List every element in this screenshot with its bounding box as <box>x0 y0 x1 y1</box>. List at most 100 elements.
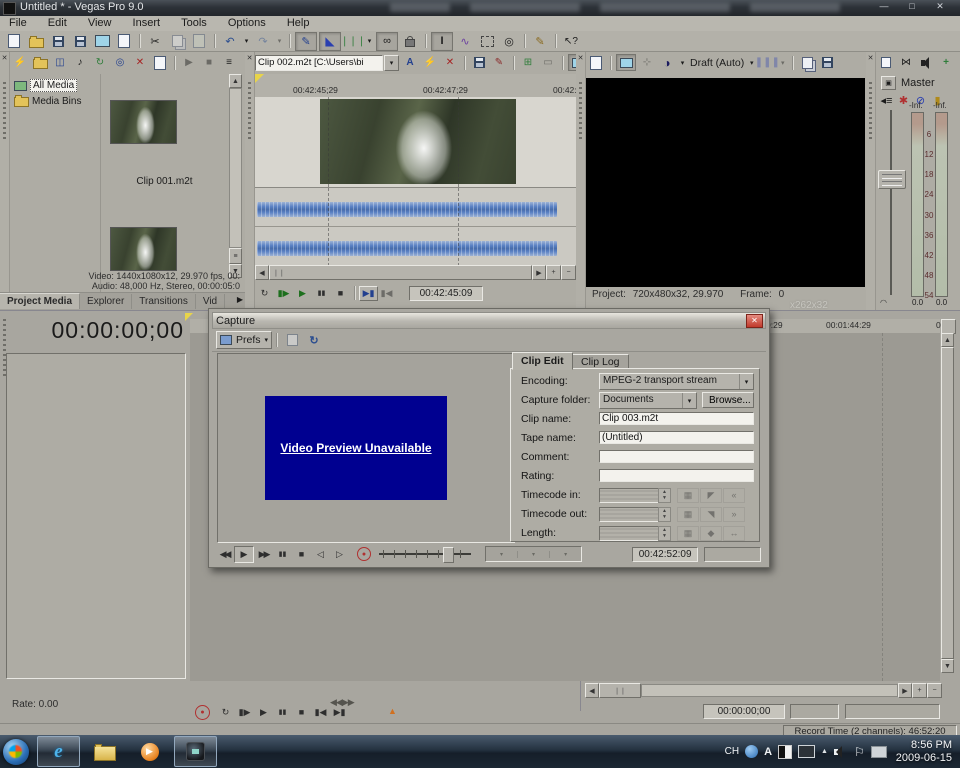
copy-snapshot-icon[interactable] <box>798 55 816 70</box>
save-project-icon[interactable] <box>48 33 68 50</box>
plugin-icon[interactable]: + <box>937 55 955 70</box>
lock-icon[interactable] <box>400 33 420 50</box>
prefs-button[interactable]: Prefs ▾ <box>216 331 272 349</box>
undo-dropdown-icon[interactable]: ▾ <box>242 33 251 50</box>
comment-input[interactable] <box>599 450 754 463</box>
tab-video-fx[interactable]: Vid <box>196 294 225 309</box>
deck-button[interactable]: ▾ <box>486 551 518 558</box>
spin-arrows[interactable]: ▲▼ <box>658 488 671 503</box>
copy-icon[interactable] <box>167 33 187 50</box>
go-to-end-icon[interactable]: ▶▮ <box>330 704 349 720</box>
refresh-icon[interactable]: ↻ <box>304 332 324 349</box>
overlays-dropdown-icon[interactable]: ▾ <box>778 55 787 70</box>
transport-timecode[interactable]: 00:00:00;00 <box>703 704 785 719</box>
marker-flag[interactable] <box>255 74 264 83</box>
external-monitor-icon[interactable] <box>616 54 636 71</box>
tab-transitions[interactable]: Transitions <box>132 294 196 309</box>
remove-clip-icon[interactable]: ✕ <box>441 55 459 70</box>
master-fader-handle[interactable] <box>878 170 906 189</box>
menu-help[interactable]: Help <box>278 16 319 30</box>
encoding-select[interactable]: MPEG-2 transport stream ▾ <box>599 373 754 390</box>
trimmer-scrollbar[interactable]: ◀ ❘❘ ▶ + − <box>255 266 576 279</box>
timeline-vscrollbar[interactable]: ▲ ▼ <box>941 333 954 681</box>
stop-icon[interactable]: ■ <box>292 546 311 562</box>
keyboard-icon[interactable] <box>798 745 815 758</box>
scroll-left-icon[interactable]: ◀ <box>255 265 269 280</box>
grip-handle[interactable] <box>579 82 582 142</box>
timecode-out-spinner[interactable] <box>599 507 659 522</box>
next-frame-icon[interactable]: ▷ <box>330 546 349 562</box>
close-button[interactable]: ✕ <box>928 1 952 14</box>
auto-preview-icon[interactable]: ⚡ <box>421 55 439 70</box>
cut-icon[interactable]: ✂ <box>145 33 165 50</box>
tab-clip-edit[interactable]: Clip Edit <box>512 352 573 370</box>
deck-button[interactable]: ▾ <box>550 551 581 558</box>
deinterlace-icon[interactable]: ⊹ <box>638 55 656 70</box>
record-icon[interactable]: ● <box>195 705 210 720</box>
interactive-tutorials-icon[interactable]: ✎ <box>530 33 550 50</box>
save-markers-icon[interactable] <box>470 55 488 70</box>
pane-handle[interactable]: ✕ <box>576 52 586 310</box>
redo-icon[interactable]: ↷ <box>253 33 273 50</box>
pause-icon[interactable]: ▮▮ <box>273 704 292 720</box>
capture-dialog[interactable]: Capture ✕ Prefs ▾ ↻ Video Preview Unavai… <box>208 308 770 568</box>
clip-001-thumbnail[interactable] <box>110 100 177 144</box>
clip-combo-dropdown-icon[interactable]: ▾ <box>384 55 399 71</box>
new-project-icon[interactable] <box>4 33 24 50</box>
import-media-icon[interactable] <box>31 55 49 70</box>
spin-arrows[interactable]: ▲▼ <box>658 507 671 522</box>
master-fader-track[interactable] <box>890 110 892 295</box>
scroll-right-icon[interactable]: ▶ <box>532 265 546 280</box>
rating-input[interactable] <box>599 469 754 482</box>
length-spinner[interactable] <box>599 526 659 541</box>
split-dropdown-icon[interactable]: ▾ <box>678 55 687 70</box>
prev-frame-icon[interactable]: ◁ <box>311 546 330 562</box>
play-from-start-icon[interactable]: ▮▶ <box>274 285 293 301</box>
fader-mode-icon[interactable]: ◂≡ <box>879 92 894 109</box>
capture-timecode[interactable]: 00:42:52:09 <box>632 547 698 562</box>
capture-duration-box[interactable] <box>704 547 761 562</box>
deck-control-group[interactable]: ▾ ▾ ▾ <box>485 546 582 562</box>
capture-title-bar[interactable]: Capture ✕ <box>212 312 766 329</box>
selection-start-box[interactable] <box>790 704 839 719</box>
play-icon[interactable]: ▶ <box>254 704 273 720</box>
add-to-timeline-icon[interactable]: ⊞ <box>519 55 537 70</box>
go-to-start-icon[interactable]: ▮◀ <box>311 704 330 720</box>
show-hidden-icons[interactable]: ▲ <box>821 748 828 755</box>
ripple-dropdown-icon[interactable]: ▾ <box>365 33 374 50</box>
capture-image-icon[interactable] <box>282 332 302 349</box>
timeline-position-display[interactable]: 00:00:00;00 <box>8 317 184 344</box>
scroll-thumb[interactable]: ❘❘ <box>599 683 641 698</box>
seek-out-icon[interactable]: » <box>723 507 745 522</box>
preview-screen[interactable] <box>586 78 865 287</box>
pane-handle[interactable]: ✕ <box>866 52 876 310</box>
marker-tool-button[interactable] <box>941 319 956 334</box>
taskbar-item-media-player[interactable]: ▶ <box>129 737 170 766</box>
track-header-panel[interactable] <box>6 353 186 679</box>
insert-bus-icon[interactable] <box>877 55 895 70</box>
open-project-icon[interactable] <box>26 33 46 50</box>
fit-to-window-icon[interactable]: ▭ <box>539 55 557 70</box>
menu-insert[interactable]: Insert <box>124 16 170 30</box>
scroll-thumb[interactable]: ❘❘ <box>269 265 532 280</box>
trimmer-clip-combo[interactable]: Clip 002.m2t [C:\Users\bi <box>255 55 383 71</box>
close-icon[interactable]: ✕ <box>576 54 585 62</box>
menu-options[interactable]: Options <box>219 16 275 30</box>
capture-video-icon[interactable]: ◫ <box>51 55 69 70</box>
ime-letter-icon[interactable]: A <box>764 746 772 758</box>
mark-in-icon[interactable]: ▶▮ <box>359 286 378 301</box>
capture-clip-icon[interactable]: ↔ <box>723 526 745 541</box>
menu-edit[interactable]: Edit <box>39 16 76 30</box>
log-length-icon[interactable]: ▦ <box>677 526 699 541</box>
lock-envelopes-icon[interactable]: ❘❘❘ <box>343 33 363 50</box>
taskbar-clock[interactable]: 8:56 PM 2009-06-15 <box>896 739 952 765</box>
media-properties-icon[interactable] <box>151 55 169 70</box>
grip-handle[interactable] <box>3 82 6 142</box>
project-properties-icon[interactable] <box>70 33 90 50</box>
trimmer-ruler[interactable]: 00:42:45;29 00:42:47;29 00:42:49 <box>255 84 576 98</box>
close-icon[interactable]: ✕ <box>866 54 875 62</box>
grip-handle[interactable] <box>248 82 251 142</box>
deck-button[interactable]: ▾ <box>518 551 550 558</box>
downmix-icon[interactable]: ⋈ <box>897 55 915 70</box>
enable-snapping-icon[interactable]: ✎ <box>295 32 317 51</box>
